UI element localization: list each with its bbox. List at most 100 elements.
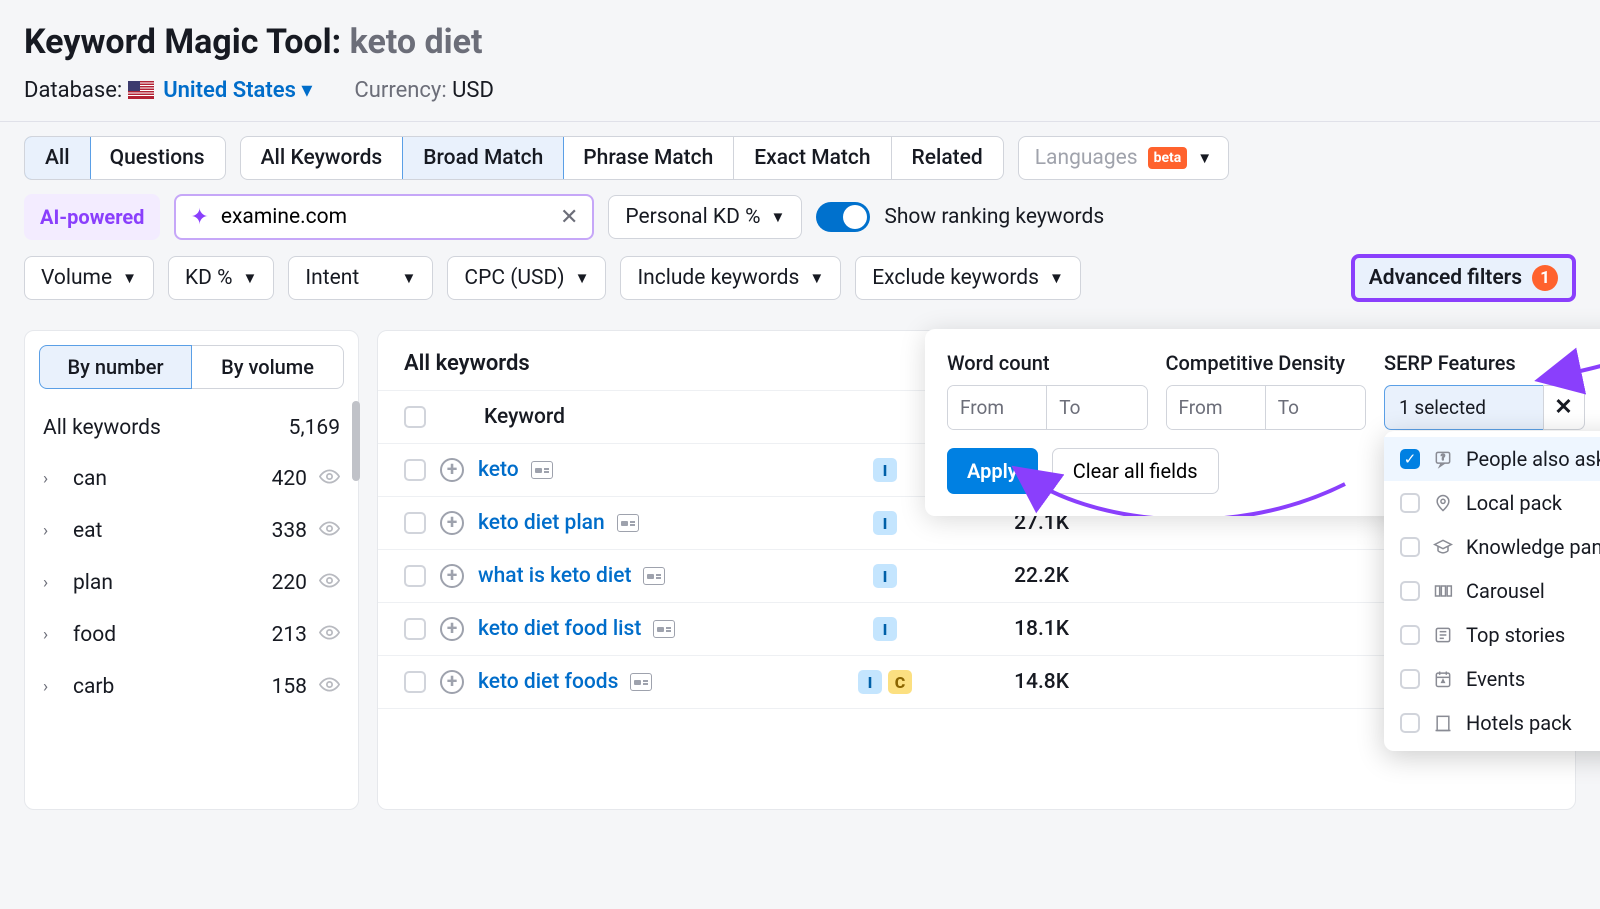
- checkbox[interactable]: [1400, 537, 1420, 557]
- page-title: Keyword Magic Tool: keto diet: [24, 22, 1576, 62]
- keyword-link[interactable]: keto diet plan: [478, 511, 605, 535]
- col-keyword-header[interactable]: Keyword: [484, 405, 565, 429]
- checkbox[interactable]: [1400, 713, 1420, 733]
- comp-density-to[interactable]: [1266, 386, 1365, 429]
- checkbox[interactable]: [1400, 625, 1420, 645]
- add-keyword-icon[interactable]: [440, 670, 464, 694]
- serp-features-label: SERP Features: [1384, 351, 1585, 375]
- clear-all-button[interactable]: Clear all fields: [1052, 448, 1219, 494]
- serp-features-select[interactable]: 1 selected ✕: [1384, 385, 1585, 430]
- advanced-filters-button[interactable]: Advanced filters 1: [1351, 254, 1576, 302]
- tab-exact-match[interactable]: Exact Match: [734, 137, 891, 179]
- sort-by-volume[interactable]: By volume: [192, 345, 344, 389]
- sidebar-all-keywords[interactable]: All keywords 5,169: [25, 403, 358, 453]
- tab-phrase-match[interactable]: Phrase Match: [563, 137, 734, 179]
- eye-icon[interactable]: [319, 518, 340, 544]
- word-count-from[interactable]: [948, 386, 1047, 429]
- serp-feature-option[interactable]: Top stories: [1384, 613, 1600, 657]
- hotel-icon: [1432, 712, 1454, 734]
- beta-badge: beta: [1148, 147, 1188, 169]
- include-keywords-filter[interactable]: Include keywords▼: [620, 256, 841, 300]
- cal-icon: [1432, 668, 1454, 690]
- serp-feature-option[interactable]: Carousel: [1384, 569, 1600, 613]
- checkbox[interactable]: [1400, 493, 1420, 513]
- sidebar-scrollbar[interactable]: [352, 401, 360, 481]
- checkbox[interactable]: ✓: [1400, 449, 1420, 469]
- eye-icon[interactable]: [319, 622, 340, 648]
- tab-all[interactable]: All: [24, 136, 91, 180]
- chevron-right-icon: ›: [43, 677, 61, 697]
- serp-feature-option[interactable]: ✓ ? People also ask: [1384, 437, 1600, 481]
- serp-feature-option[interactable]: Knowledge panel: [1384, 525, 1600, 569]
- pin-icon: [1432, 492, 1454, 514]
- serp-features-clear[interactable]: ✕: [1543, 385, 1585, 430]
- country-link[interactable]: United States: [163, 78, 296, 103]
- personal-kd-dropdown[interactable]: Personal KD % ▼: [608, 195, 802, 239]
- row-checkbox[interactable]: [404, 565, 426, 587]
- domain-input[interactable]: ✦ ✕: [174, 194, 594, 240]
- serp-icon[interactable]: [643, 567, 665, 585]
- volume-filter[interactable]: Volume▼: [24, 256, 154, 300]
- serp-feature-option[interactable]: Hotels pack: [1384, 701, 1600, 745]
- comp-density-range: [1166, 385, 1367, 430]
- exclude-keywords-filter[interactable]: Exclude keywords▼: [855, 256, 1081, 300]
- serp-features-value[interactable]: 1 selected: [1384, 385, 1543, 430]
- row-checkbox[interactable]: [404, 512, 426, 534]
- word-count-label: Word count: [947, 351, 1148, 375]
- eye-icon[interactable]: [319, 674, 340, 700]
- tab-broad-match[interactable]: Broad Match: [402, 136, 564, 180]
- intent-filter[interactable]: Intent▼: [288, 256, 433, 300]
- row-checkbox[interactable]: [404, 671, 426, 693]
- cpc-filter[interactable]: CPC (USD)▼: [447, 256, 606, 300]
- serp-icon[interactable]: [617, 514, 639, 532]
- checkbox[interactable]: [1400, 581, 1420, 601]
- news-icon: [1432, 624, 1454, 646]
- sidebar-group-item[interactable]: › can 420: [25, 453, 358, 505]
- tab-related[interactable]: Related: [892, 137, 1003, 179]
- volume-value: 14.8K: [939, 670, 1069, 694]
- comp-density-from[interactable]: [1167, 386, 1266, 429]
- tab-questions[interactable]: Questions: [90, 137, 225, 179]
- sidebar-group-item[interactable]: › food 213: [25, 609, 358, 661]
- keyword-groups-sidebar: By number By volume All keywords 5,169 ›…: [24, 330, 359, 810]
- personal-kd-label: Personal KD %: [625, 205, 760, 229]
- serp-icon[interactable]: [653, 620, 675, 638]
- serp-icon[interactable]: [531, 461, 553, 479]
- add-keyword-icon[interactable]: [440, 458, 464, 482]
- keyword-link[interactable]: keto: [478, 458, 519, 482]
- serp-feature-option[interactable]: Local pack: [1384, 481, 1600, 525]
- serp-features-list: ✓ ? People also ask Local pack Knowledge…: [1384, 431, 1600, 751]
- eye-icon[interactable]: [319, 466, 340, 492]
- add-keyword-icon[interactable]: [440, 564, 464, 588]
- show-ranking-toggle[interactable]: [816, 202, 870, 232]
- clear-domain-icon[interactable]: ✕: [560, 205, 578, 230]
- sidebar-group-item[interactable]: › eat 338: [25, 505, 358, 557]
- database-picker[interactable]: Database: United States ▾: [24, 78, 312, 103]
- intent-badge: I: [873, 511, 897, 535]
- intent-badge: I: [873, 564, 897, 588]
- kd-filter[interactable]: KD %▼: [168, 256, 274, 300]
- word-count-to[interactable]: [1047, 386, 1146, 429]
- sidebar-group-item[interactable]: › plan 220: [25, 557, 358, 609]
- row-checkbox[interactable]: [404, 618, 426, 640]
- checkbox[interactable]: [1400, 669, 1420, 689]
- keyword-link[interactable]: keto diet food list: [478, 617, 641, 641]
- keyword-link[interactable]: what is keto diet: [478, 564, 631, 588]
- chevron-down-icon: ▾: [301, 78, 312, 103]
- apply-button[interactable]: Apply: [947, 448, 1038, 494]
- select-all-checkbox[interactable]: [404, 406, 426, 428]
- currency-label: Currency:: [354, 78, 446, 103]
- tab-all-keywords[interactable]: All Keywords: [241, 137, 404, 179]
- eye-icon[interactable]: [319, 570, 340, 596]
- keyword-link[interactable]: keto diet foods: [478, 670, 618, 694]
- serp-icon[interactable]: [630, 673, 652, 691]
- add-keyword-icon[interactable]: [440, 617, 464, 641]
- row-checkbox[interactable]: [404, 459, 426, 481]
- domain-field[interactable]: [219, 204, 550, 230]
- keywords-table: All keywords Keyword keto I keto diet pl…: [377, 330, 1576, 810]
- sort-by-number[interactable]: By number: [39, 345, 192, 389]
- serp-feature-option[interactable]: Events: [1384, 657, 1600, 701]
- sidebar-group-item[interactable]: › carb 158: [25, 661, 358, 713]
- languages-dropdown[interactable]: Languages beta ▼: [1018, 136, 1229, 180]
- add-keyword-icon[interactable]: [440, 511, 464, 535]
